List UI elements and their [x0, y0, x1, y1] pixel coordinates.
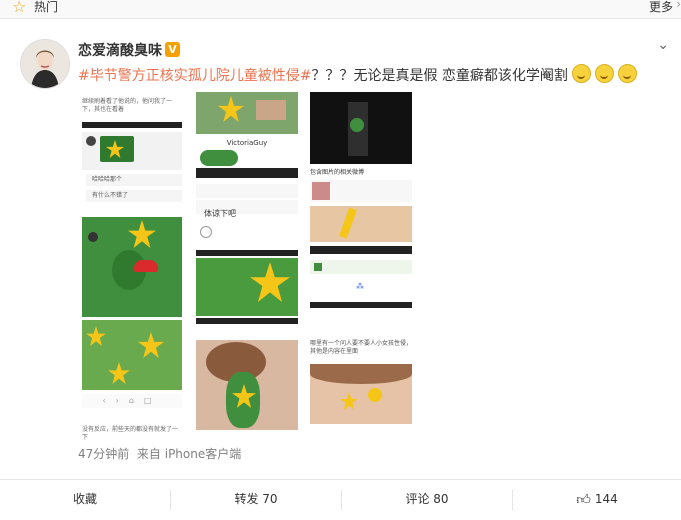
thumb-title: VictoriaGuy	[226, 139, 268, 147]
thumbs-up-icon: 👍︎	[576, 492, 591, 508]
thumb-heading: 包含图片的相关微博	[310, 169, 365, 176]
thumb-bubble: 体谅下吧	[204, 209, 236, 218]
star-icon: ☆	[12, 0, 27, 16]
smile-emoji-icon	[571, 64, 591, 83]
nav-icons: ‹›⌂□	[82, 394, 182, 408]
hot-label[interactable]: 热门	[34, 0, 58, 15]
like-button[interactable]: 👍︎ 144	[513, 480, 681, 519]
favorite-button[interactable]: 收藏	[0, 480, 170, 519]
action-bar: 收藏 转发 70 评论 80 👍︎ 144	[0, 479, 681, 519]
thumb-bar	[82, 122, 182, 128]
image-thumbnail-2[interactable]: VictoriaGuy 体谅下吧	[196, 92, 304, 452]
chevron-right-icon[interactable]: ›	[676, 0, 681, 11]
post-meta: 47分钟前 来自 iPhone客户端	[78, 445, 241, 462]
smile-emoji-icon	[617, 64, 637, 83]
thumb-caption: 继续刷着看了他说的，他问我了一下，其也在看着	[82, 98, 173, 113]
username[interactable]: 恋爱滴酸臭味	[78, 40, 162, 60]
post-body: ？？？无论是真是假 恋童癖都该化学阉割	[311, 68, 568, 84]
image-thumbnail-3[interactable]: 包含图片的相关微博 ⁂ 哪里有一个问人要不要人小女孩性侵，其他是内容在里面	[310, 92, 412, 452]
comment-button[interactable]: 评论 80	[342, 480, 512, 519]
post-source: 来自 iPhone客户端	[136, 447, 242, 461]
avatar[interactable]	[20, 39, 70, 89]
image-gallery: 继续刷着看了他说的，他问我了一下，其也在看着 哈哈哈那个 有什么不错了 ‹›⌂□…	[78, 92, 418, 452]
post-card: 恋爱滴酸臭味 V ⌄ #毕节警方正核实孤儿院儿童被性侵#？？？无论是真是假 恋童…	[0, 19, 681, 519]
smile-emoji-icon	[594, 64, 614, 83]
post-text: #毕节警方正核实孤儿院儿童被性侵#？？？无论是真是假 恋童癖都该化学阉割	[78, 64, 658, 86]
post-time[interactable]: 47分钟前	[78, 447, 129, 461]
avatar-icon	[86, 136, 96, 146]
hashtag-link[interactable]: #毕节警方正核实孤儿院儿童被性侵#	[78, 68, 311, 84]
image-thumbnail-1[interactable]: 继续刷着看了他说的，他问我了一下，其也在看着 哈哈哈那个 有什么不错了 ‹›⌂□…	[78, 92, 186, 452]
thumb-caption: 哪里有一个问人要不要人小女孩性侵，其他是内容在里面	[310, 340, 412, 355]
repost-button[interactable]: 转发 70	[171, 480, 341, 519]
top-bar: ☆ 热门 更多 ›	[0, 0, 681, 19]
verified-badge-icon: V	[165, 42, 180, 57]
chevron-down-icon[interactable]: ⌄	[657, 37, 669, 53]
more-link[interactable]: 更多	[649, 0, 673, 15]
hat-icon	[134, 260, 158, 272]
